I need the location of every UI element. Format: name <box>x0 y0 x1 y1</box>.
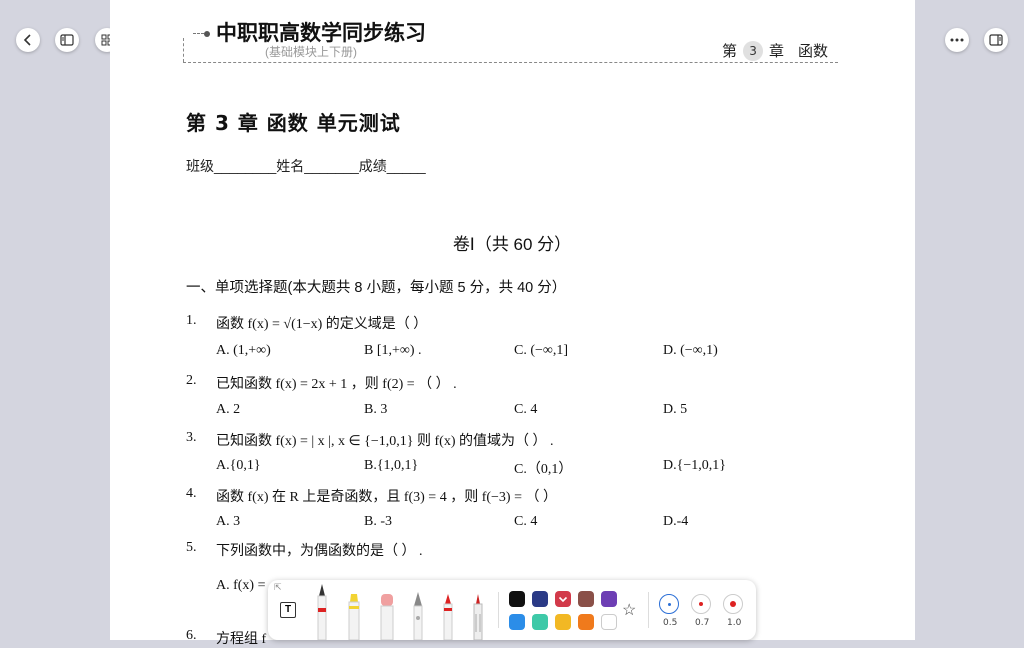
option-d: D.{−1,0,1} <box>663 458 726 473</box>
chapter-number-badge: 3 <box>743 40 764 61</box>
color-swatch[interactable] <box>578 614 594 630</box>
question-number: 2. <box>186 373 197 388</box>
color-swatch[interactable] <box>601 591 617 607</box>
option-d: D. 5 <box>663 402 688 417</box>
question-number: 5. <box>186 540 197 555</box>
header-connector <box>193 33 204 34</box>
stroke-size-large[interactable] <box>723 594 743 614</box>
option-c: C. 4 <box>514 514 538 529</box>
color-swatch[interactable] <box>555 591 571 607</box>
question-number: 6. <box>186 628 197 643</box>
eraser-icon[interactable] <box>378 592 396 640</box>
pencil-icon[interactable] <box>410 590 426 640</box>
toolbar-separator <box>648 592 649 628</box>
question-text: 已知函数 f(x) = 2x + 1 ，则 f(2) = （ ） . <box>216 377 457 392</box>
question-text: 方程组 f <box>216 632 267 647</box>
question-number: 1. <box>186 313 197 328</box>
stroke-size-large-label: 1.0 <box>727 618 742 628</box>
reader-icon <box>989 34 1003 46</box>
collapse-toolbar-icon[interactable]: ⇱ <box>274 582 282 593</box>
option-b: B [1,+∞) . <box>364 343 422 358</box>
volume-title: 卷Ⅰ（共 60 分） <box>452 235 572 254</box>
color-swatch[interactable] <box>532 614 548 630</box>
color-swatch[interactable] <box>578 591 594 607</box>
header-bullet <box>204 31 210 37</box>
back-button[interactable] <box>16 28 40 52</box>
question-text: 函数 f(x) = √(1−x) 的定义域是（ ） <box>216 317 428 332</box>
more-icon <box>950 38 964 42</box>
reader-view-button[interactable] <box>984 28 1008 52</box>
option-d: D. (−∞,1) <box>663 343 718 358</box>
question-number: 3. <box>186 430 197 445</box>
option-a: A. (1,+∞) <box>216 343 271 358</box>
option-b: B. 3 <box>364 402 388 417</box>
option-c: C. (−∞,1] <box>514 343 569 358</box>
stroke-size-small-label: 0.5 <box>663 618 678 628</box>
question-text: 下列函数中，为偶函数的是（ ） . <box>216 544 423 559</box>
stroke-size-small[interactable] <box>659 594 679 614</box>
chapter-label: 第 3 章 函数 <box>722 40 828 61</box>
color-swatch[interactable] <box>532 591 548 607</box>
option-a: A. 3 <box>216 514 241 529</box>
fountain-pen-icon[interactable] <box>314 582 330 640</box>
test-title: 第 3 章 函数 单元测试 <box>186 111 401 135</box>
option-a: A.{0,1} <box>216 458 261 473</box>
option-a: A. f(x) = <box>216 578 266 593</box>
highlighter-icon[interactable] <box>346 592 362 640</box>
stroke-size-medium[interactable] <box>691 594 711 614</box>
chapter-suffix: 章 <box>769 42 785 60</box>
color-swatch[interactable] <box>509 614 525 630</box>
marker-red-icon[interactable] <box>440 590 456 640</box>
chapter-name: 函数 <box>798 42 829 60</box>
book-subtitle: (基础模块上下册) <box>265 45 357 59</box>
option-b: B.{1,0,1} <box>364 458 419 473</box>
header-left-rule <box>183 38 184 62</box>
star-icon[interactable]: ☆ <box>622 600 636 620</box>
section-title: 一、单项选择题(本大题共 8 小题，每小题 5 分，共 40 分） <box>186 280 567 296</box>
toolbar-separator <box>498 592 499 628</box>
fineliner-icon[interactable] <box>470 592 486 640</box>
chapter-prefix: 第 <box>722 42 738 60</box>
header-rule <box>183 62 838 63</box>
question-number: 4. <box>186 486 197 501</box>
option-c: C. 4 <box>514 402 538 417</box>
option-b: B. -3 <box>364 514 392 529</box>
stroke-size-medium-label: 0.7 <box>695 618 710 628</box>
color-swatch[interactable] <box>555 614 571 630</box>
sidebar-icon <box>60 34 74 46</box>
text-tool-icon[interactable]: T <box>280 602 296 618</box>
more-button[interactable] <box>945 28 969 52</box>
color-swatch[interactable] <box>601 614 617 630</box>
question-text: 函数 f(x) 在 R 上是奇函数，且 f(3) = 4 ，则 f(−3) = … <box>216 490 557 505</box>
sidebar-toggle-button[interactable] <box>55 28 79 52</box>
color-swatch[interactable] <box>509 591 525 607</box>
option-d: D.-4 <box>663 514 689 529</box>
question-text: 已知函数 f(x) = | x |, x ∈ {−1,0,1} 则 f(x) 的… <box>216 434 554 449</box>
option-c: C.（0,1） <box>514 462 573 477</box>
student-info-line: 班级________姓名_______成绩_____ <box>186 158 426 174</box>
annotation-toolbar: ⇱ T ☆ 0.5 0.7 1.0 <box>268 580 756 640</box>
back-icon <box>23 34 31 46</box>
option-a: A. 2 <box>216 402 241 417</box>
